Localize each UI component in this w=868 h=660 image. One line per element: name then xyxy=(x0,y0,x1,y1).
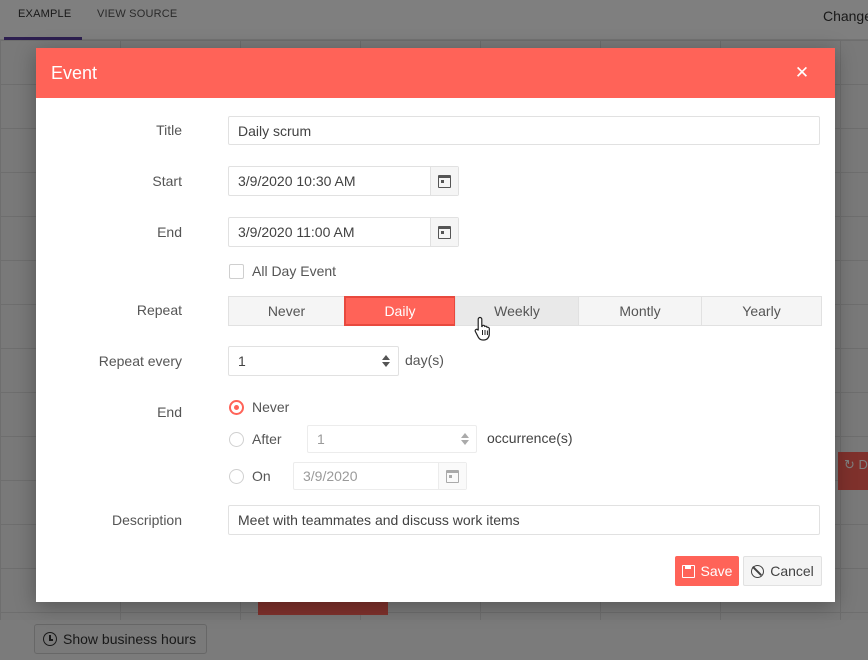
start-label: Start xyxy=(152,173,182,189)
repeat-option-never[interactable]: Never xyxy=(228,296,345,326)
end-after-radio[interactable] xyxy=(229,432,244,447)
save-icon xyxy=(681,564,695,578)
description-label: Description xyxy=(111,512,182,528)
close-icon[interactable]: ✕ xyxy=(792,63,812,83)
end-on-date-value: 3/9/2020 xyxy=(303,468,358,484)
end-rule-label: End xyxy=(157,404,182,420)
title-label: Title xyxy=(156,122,182,138)
end-on-radio[interactable] xyxy=(229,469,244,484)
end-datetime-value: 3/9/2020 11:00 AM xyxy=(238,224,355,240)
chevron-down-icon[interactable] xyxy=(382,362,390,367)
end-after-label[interactable]: After xyxy=(252,431,282,447)
repeat-option-never-label: Never xyxy=(267,303,306,319)
start-datetime-value: 3/9/2020 10:30 AM xyxy=(238,173,356,189)
dialog-titlebar: Event ✕ xyxy=(36,48,835,98)
end-label: End xyxy=(157,224,182,240)
calendar-icon xyxy=(446,469,459,483)
end-never-radio[interactable] xyxy=(229,400,244,415)
end-on-label[interactable]: On xyxy=(252,468,271,484)
repeat-every-label: Repeat every xyxy=(98,353,182,369)
hand-cursor-icon xyxy=(474,316,490,341)
chevron-down-icon[interactable] xyxy=(461,440,469,445)
repeat-option-daily[interactable]: Daily xyxy=(344,296,456,326)
title-input[interactable]: Daily scrum xyxy=(228,116,820,145)
start-datetime-input[interactable]: 3/9/2020 10:30 AM xyxy=(228,166,459,196)
repeat-every-unit: day(s) xyxy=(405,352,444,368)
end-after-input[interactable]: 1 xyxy=(307,425,477,453)
start-calendar-button[interactable] xyxy=(430,167,458,195)
event-dialog: Event ✕ Title Daily scrum Start 3/9/2020… xyxy=(36,48,835,602)
repeat-option-weekly-label: Weekly xyxy=(494,303,540,319)
repeat-every-value: 1 xyxy=(238,353,246,369)
repeat-option-montly[interactable]: Montly xyxy=(578,296,702,326)
end-calendar-button[interactable] xyxy=(430,218,458,246)
end-after-unit: occurrence(s) xyxy=(487,430,573,446)
description-value: Meet with teammates and discuss work ite… xyxy=(238,512,520,528)
cancel-icon xyxy=(751,564,765,578)
all-day-label[interactable]: All Day Event xyxy=(252,263,336,279)
dialog-title: Event xyxy=(51,63,98,83)
description-input[interactable]: Meet with teammates and discuss work ite… xyxy=(228,505,820,535)
all-day-checkbox[interactable] xyxy=(229,264,244,279)
title-input-value: Daily scrum xyxy=(238,122,312,139)
cancel-button[interactable]: Cancel xyxy=(743,556,822,586)
repeat-option-yearly-label: Yearly xyxy=(742,303,781,319)
repeat-option-daily-label: Daily xyxy=(384,303,416,319)
cancel-button-label: Cancel xyxy=(770,563,814,579)
save-button-label: Save xyxy=(700,563,733,579)
end-after-stepper[interactable] xyxy=(453,426,477,452)
repeat-option-montly-label: Montly xyxy=(619,303,661,319)
end-datetime-input[interactable]: 3/9/2020 11:00 AM xyxy=(228,217,459,247)
end-on-calendar-button[interactable] xyxy=(438,463,466,489)
end-never-label[interactable]: Never xyxy=(252,399,289,415)
save-button[interactable]: Save xyxy=(675,556,739,586)
repeat-label: Repeat xyxy=(136,302,182,318)
end-after-value: 1 xyxy=(317,431,325,447)
chevron-up-icon[interactable] xyxy=(382,355,390,360)
repeat-option-yearly[interactable]: Yearly xyxy=(701,296,822,326)
repeat-every-stepper[interactable] xyxy=(374,347,398,375)
calendar-icon xyxy=(438,174,451,188)
chevron-up-icon[interactable] xyxy=(461,433,469,438)
calendar-icon xyxy=(438,225,451,239)
